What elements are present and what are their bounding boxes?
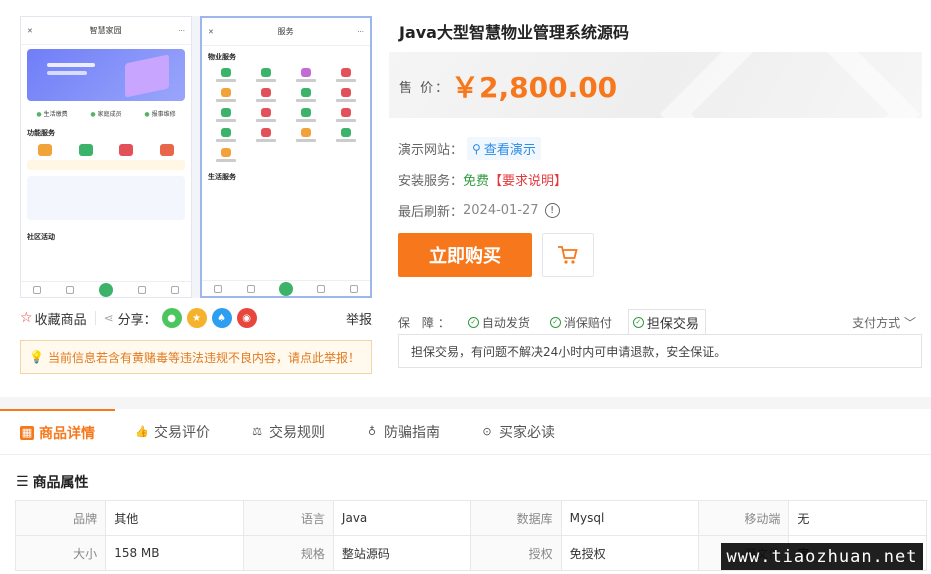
product-title: Java大型智慧物业管理系统源码 xyxy=(399,23,629,42)
weibo-icon[interactable]: ◉ xyxy=(236,308,257,328)
attr-key: 品牌 xyxy=(14,500,107,536)
cart-icon xyxy=(558,246,578,264)
report-notice-text: 当前信息若含有黄赌毒等违法违规不良内容，请点此举报！ xyxy=(47,350,360,365)
buy-now-button[interactable]: 立即购买 xyxy=(398,233,532,277)
guarantee-item[interactable]: ✓ 自动发货 xyxy=(464,309,536,335)
check-icon: ✓ xyxy=(632,316,644,328)
favorite-link[interactable]: 收藏商品 xyxy=(35,309,87,328)
share-icon: ⋖ xyxy=(103,311,114,325)
qzone-icon[interactable]: ★ xyxy=(186,308,207,328)
chevron-down-icon: ﹀ xyxy=(903,315,916,330)
attr-key: 语言 xyxy=(242,500,334,536)
phone-title: 智慧家园 xyxy=(89,26,122,35)
attr-value: 其他 xyxy=(105,500,244,536)
payment-method-dropdown[interactable]: 支付方式 ﹀ xyxy=(852,314,916,331)
report-link[interactable]: 举报 xyxy=(346,309,372,328)
refresh-row: 最后刷新： 2024-01-27 ! xyxy=(398,201,560,220)
attr-value: 无 xyxy=(788,500,927,536)
attr-key: 规格 xyxy=(242,535,334,571)
add-to-cart-button[interactable] xyxy=(542,233,594,277)
attr-key: 大小 xyxy=(14,535,107,571)
demo-link[interactable]: ⚲ 查看演示 xyxy=(467,137,541,160)
phone-section-title: 生活服务 xyxy=(208,173,236,181)
target-icon: ⊙ xyxy=(482,425,492,438)
phone-section-title: 物业服务 xyxy=(208,53,236,61)
tab-trade-rules[interactable]: ⚖ 交易规则 xyxy=(230,409,345,455)
lightbulb-icon: ♁ xyxy=(367,425,377,438)
guarantee-item-label: 担保交易 xyxy=(646,316,699,332)
tab-reviews[interactable]: 👍 交易评价 xyxy=(115,409,230,455)
attr-value: 整站源码 xyxy=(332,535,472,571)
guarantee-item-label: 自动发货 xyxy=(481,315,530,330)
price-value: ￥2,800.00 xyxy=(451,71,618,104)
quick-item: 报事维修 xyxy=(144,109,176,118)
install-label: 安装服务： xyxy=(398,174,464,189)
tab-label: 防骗指南 xyxy=(384,424,440,441)
info-icon[interactable]: ! xyxy=(544,203,560,218)
tab-label: 交易评价 xyxy=(154,424,210,441)
tab-anti-fraud[interactable]: ♁ 防骗指南 xyxy=(345,409,460,455)
refresh-label: 最后刷新： xyxy=(398,205,464,220)
install-value: 免费 xyxy=(463,174,490,189)
divider xyxy=(94,311,96,325)
guarantee-item[interactable]: ✓ 消保赔付 xyxy=(546,309,618,335)
search-icon: ⚲ xyxy=(472,141,481,156)
guarantee-item-label: 消保赔付 xyxy=(563,315,612,330)
attributes-title-text: 商品属性 xyxy=(32,475,89,491)
guarantee-description: 担保交易，有问题不解决24小时内可申请退款，安全保证。 xyxy=(398,334,922,368)
share-bar: ☆ 收藏商品 ⋖ 分享： ● ★ ♠ ◉ 举报 xyxy=(20,306,372,330)
calendar-icon: ▦ xyxy=(20,425,34,440)
demo-row: 演示网站： ⚲ 查看演示 xyxy=(398,137,541,160)
product-preview-image[interactable]: ✕智慧家园··· 生活缴费 家庭成员 报事维修 功能服务 社区活动 ✕服务···… xyxy=(20,16,372,298)
attr-value: 免授权 xyxy=(560,535,700,571)
report-notice[interactable]: 💡 当前信息若含有黄赌毒等违法违规不良内容，请点此举报！ xyxy=(20,340,372,374)
install-row: 安装服务： 免费 【要求说明】 xyxy=(398,170,567,189)
check-icon: ✓ xyxy=(467,316,479,328)
phone-section-title: 社区活动 xyxy=(27,233,55,241)
check-icon: ✓ xyxy=(549,316,561,328)
guarantee-item-active[interactable]: ✓ 担保交易 xyxy=(627,309,706,335)
lightbulb-icon: 💡 xyxy=(29,350,44,364)
demo-label: 演示网站： xyxy=(398,143,464,158)
refresh-date: 2024-01-27 xyxy=(463,203,539,218)
attr-value: 158 MB xyxy=(105,535,244,571)
share-label: 分享： xyxy=(117,312,157,328)
phone-title: 服务 xyxy=(277,27,294,36)
site-watermark: www.tiaozhuan.net xyxy=(721,543,923,570)
tab-label: 买家必读 xyxy=(499,424,555,441)
tab-product-details[interactable]: ▦ 商品详情 xyxy=(0,408,115,455)
price-label: 售 价： xyxy=(399,81,451,96)
detail-tabs: ▦ 商品详情 👍 交易评价 ⚖ 交易规则 ♁ 防骗指南 ⊙ 买家必读 xyxy=(0,408,931,455)
phone-screenshot-home: ✕智慧家园··· 生活缴费 家庭成员 报事维修 功能服务 社区活动 xyxy=(20,16,192,298)
wechat-icon[interactable]: ● xyxy=(161,308,182,328)
table-row: 品牌 其他 语言 Java 数据库 Mysql 移动端 无 xyxy=(14,500,927,536)
attr-value: Java xyxy=(332,500,472,536)
guarantee-label: 保 障： xyxy=(398,315,454,330)
payment-method-label: 支付方式 xyxy=(852,315,901,330)
guarantee-bar: 保 障： ✓ 自动发货 ✓ 消保赔付 ✓ 担保交易 支付方式 ﹀ xyxy=(389,309,922,335)
section-divider xyxy=(0,397,931,409)
phone-section-title: 功能服务 xyxy=(27,129,55,137)
attr-value: Mysql xyxy=(560,500,700,536)
price-box: 售 价： ￥2,800.00 xyxy=(389,52,922,118)
tab-label: 商品详情 xyxy=(39,425,95,442)
quick-item: 家庭成员 xyxy=(90,109,122,118)
attr-key: 数据库 xyxy=(470,500,562,536)
star-icon[interactable]: ☆ xyxy=(20,310,33,326)
tab-buyer-notice[interactable]: ⊙ 买家必读 xyxy=(460,409,575,455)
tab-label: 交易规则 xyxy=(269,424,325,441)
qq-icon[interactable]: ♠ xyxy=(211,308,232,328)
quick-item: 生活缴费 xyxy=(36,109,68,118)
attributes-title: ☰ 商品属性 xyxy=(16,472,89,492)
demo-link-text: 查看演示 xyxy=(483,143,536,158)
attr-key: 移动端 xyxy=(698,500,790,536)
list-search-icon: ☰ xyxy=(16,474,29,490)
phone-screenshot-services: ✕ 服务 ··· 物业服务 生活服务 xyxy=(200,16,372,298)
thumbs-up-icon: 👍 xyxy=(135,425,149,438)
scale-icon: ⚖ xyxy=(252,425,262,438)
install-note-link[interactable]: 【要求说明】 xyxy=(489,170,567,189)
attr-key: 授权 xyxy=(470,535,562,571)
